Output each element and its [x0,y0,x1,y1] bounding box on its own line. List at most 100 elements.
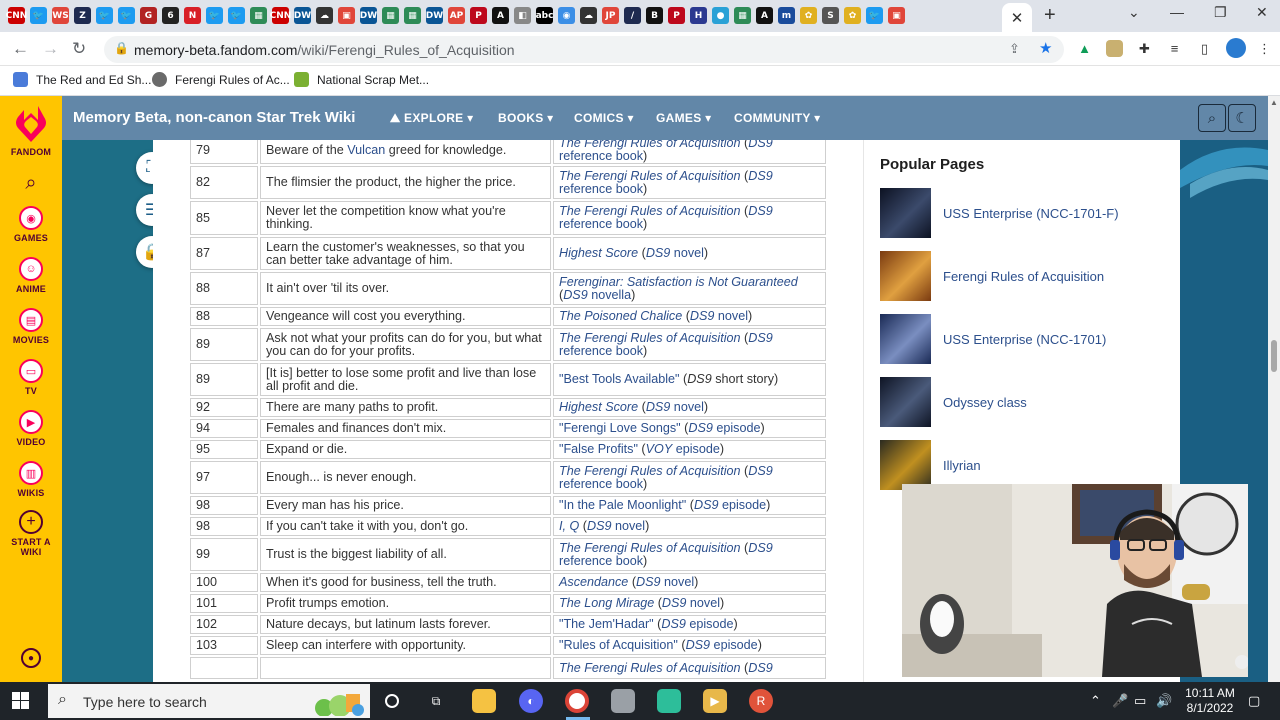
source-link[interactable]: The Ferengi Rules of Acquisition [559,204,741,218]
source-link[interactable]: The Ferengi Rules of Acquisition [559,464,741,478]
tab-favicon-icon[interactable]: ▦ [382,7,399,24]
source-link[interactable]: DS9 [636,575,661,589]
popular-page-thumbnail[interactable] [880,251,931,301]
tab-favicon-icon[interactable]: / [624,7,641,24]
source-link[interactable]: DS9 [748,204,773,218]
tab-favicon-icon[interactable]: P [470,7,487,24]
tab-favicon-icon[interactable]: A [756,7,773,24]
source-link[interactable]: novel [714,309,748,323]
wiki-name[interactable]: Memory Beta, non-canon Star Trek Wiki [73,109,355,126]
new-tab-button[interactable]: + [1044,4,1056,27]
popular-page-item[interactable]: USS Enterprise (NCC-1701) [880,314,1106,364]
source-link[interactable]: "False Profits" [559,442,638,456]
fandom-logo[interactable]: FANDOM [0,104,62,157]
scroll-up-icon[interactable]: ▲ [1270,98,1278,107]
tab-favicon-icon[interactable]: 🐦 [118,7,135,24]
tab-favicon-icon[interactable]: S [822,7,839,24]
minimize-button[interactable]: — [1170,4,1184,20]
popular-page-link[interactable]: USS Enterprise (NCC-1701) [943,332,1106,347]
tab-favicon-icon[interactable]: 🐦 [96,7,113,24]
tab-favicon-icon[interactable]: ● [712,7,729,24]
source-link[interactable]: novella [588,288,631,302]
tab-favicon-icon[interactable]: ▦ [734,7,751,24]
tab-favicon-icon[interactable]: JP [602,7,619,24]
tab-favicon-icon[interactable]: 🐦 [866,7,883,24]
back-arrow-icon[interactable]: ← [12,39,29,59]
task-view-icon[interactable]: ⧉ [424,689,448,713]
tab-favicon-icon[interactable]: A [492,7,509,24]
puzzle-icon[interactable]: ✚ [1136,40,1153,57]
microphone-icon[interactable]: 🎤 [1112,693,1128,709]
tab-favicon-icon[interactable]: 🐦 [206,7,223,24]
popular-page-item[interactable]: Ferengi Rules of Acquisition [880,251,1104,301]
app-icon-yellow[interactable]: ▶ [703,689,727,713]
notifications-icon[interactable]: ▢ [1248,693,1260,709]
taskbar-search[interactable]: ⌕ Type here to search [48,684,370,718]
source-link[interactable]: "Ferengi Love Songs" [559,421,681,435]
tab-favicon-icon[interactable]: N [184,7,201,24]
source-link[interactable]: I, Q [559,519,579,533]
tab-favicon-icon[interactable]: ◉ [558,7,575,24]
source-link[interactable]: DS9 [688,421,713,435]
side-panel-icon[interactable]: ▯ [1196,40,1213,57]
tab-favicon-icon[interactable]: ✿ [844,7,861,24]
nav-games[interactable]: GAMES ▾ [656,111,711,125]
tab-favicon-icon[interactable]: 🐦 [228,7,245,24]
discord-icon[interactable]: ◐ [519,689,543,713]
source-link[interactable]: The Ferengi Rules of Acquisition [559,169,741,183]
source-link[interactable]: novel [612,519,645,533]
menu-dots-icon[interactable]: ⋮ [1256,40,1273,57]
source-link[interactable]: DS9 [646,400,671,414]
tray-chevron-icon[interactable]: ⌃ [1090,693,1101,709]
popular-page-thumbnail[interactable] [880,440,931,490]
tab-favicon-icon[interactable]: Z [74,7,91,24]
tab-favicon-icon[interactable]: m [778,7,795,24]
popular-page-thumbnail[interactable] [880,314,931,364]
source-link[interactable]: episode [710,638,758,652]
source-link[interactable]: DS9 [563,288,588,302]
tab-favicon-icon[interactable]: G [140,7,157,24]
tab-favicon-icon[interactable]: WS [52,7,69,24]
tab-favicon-icon[interactable]: DW [426,7,443,24]
source-link[interactable]: DS9 [587,519,612,533]
cortana-icon[interactable] [380,689,404,713]
tab-favicon-icon[interactable]: ◧ [514,7,531,24]
chrome-icon[interactable] [565,689,589,713]
source-link[interactable]: reference book [559,149,643,163]
rail-start-wiki[interactable]: + START A WIKI [0,510,62,557]
rule-link[interactable]: Vulcan [347,143,385,157]
app-icon-green[interactable] [657,689,681,713]
source-link[interactable]: DS9 [690,309,715,323]
nav-explore[interactable]: ⛰ EXPLORE ▾ [390,111,473,126]
extension-icon[interactable] [1106,40,1123,57]
rail-account[interactable]: ● [0,648,62,668]
source-link[interactable]: DS9 [686,638,711,652]
app-icon[interactable] [611,689,635,713]
source-link[interactable]: Highest Score [559,246,638,260]
tab-favicon-icon[interactable]: abc [536,7,553,24]
source-link[interactable]: reference book [559,477,643,491]
reload-icon[interactable]: ↻ [72,39,86,59]
tab-favicon-icon[interactable]: H [690,7,707,24]
source-link[interactable]: DS9 [748,661,773,675]
source-link[interactable]: reference book [559,344,643,358]
rail-search[interactable]: ⌕ [0,172,62,195]
theme-toggle-button[interactable]: ☾ [1228,104,1256,132]
source-link[interactable]: The Ferengi Rules of Acquisition [559,331,741,345]
popular-page-link[interactable]: Ferengi Rules of Acquisition [943,269,1104,284]
source-link[interactable]: novel [686,596,720,610]
source-link[interactable]: The Long Mirage [559,596,654,610]
bookmark-3[interactable]: National Scrap Met... [294,72,429,87]
start-button[interactable] [12,692,29,712]
network-icon[interactable]: ▭ [1134,693,1146,709]
source-link[interactable]: "Rules of Acquisition" [559,638,678,652]
rail-anime[interactable]: ☺ ANIME [0,257,62,294]
tab-search-icon[interactable]: ⌄ [1128,4,1140,21]
source-link[interactable]: The Poisoned Chalice [559,309,682,323]
rail-movies[interactable]: ▤ MOVIES [0,308,62,345]
source-link[interactable]: "The Jem'Hadar" [559,617,654,631]
popular-page-link[interactable]: Illyrian [943,458,981,473]
tab-favicon-icon[interactable]: B [646,7,663,24]
source-link[interactable]: novel [670,400,704,414]
tab-favicon-icon[interactable]: ✿ [800,7,817,24]
